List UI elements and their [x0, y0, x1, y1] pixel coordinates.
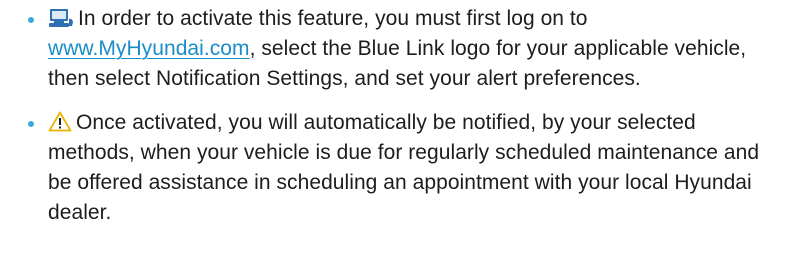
notification-text: Once activated, you will automatically b…	[48, 111, 760, 224]
bullet-dot	[28, 121, 34, 127]
list-item-notification: Once activated, you will automatically b…	[28, 108, 788, 228]
activation-text-1: In order to activate this feature, you m…	[78, 7, 588, 30]
bullet-dot	[28, 17, 34, 23]
bullet-list: In order to activate this feature, you m…	[28, 4, 788, 228]
myhyundai-link[interactable]: www.MyHyundai.com	[48, 37, 250, 60]
computer-icon	[48, 8, 74, 28]
list-item-activation: In order to activate this feature, you m…	[28, 4, 788, 94]
warning-icon	[48, 111, 72, 132]
